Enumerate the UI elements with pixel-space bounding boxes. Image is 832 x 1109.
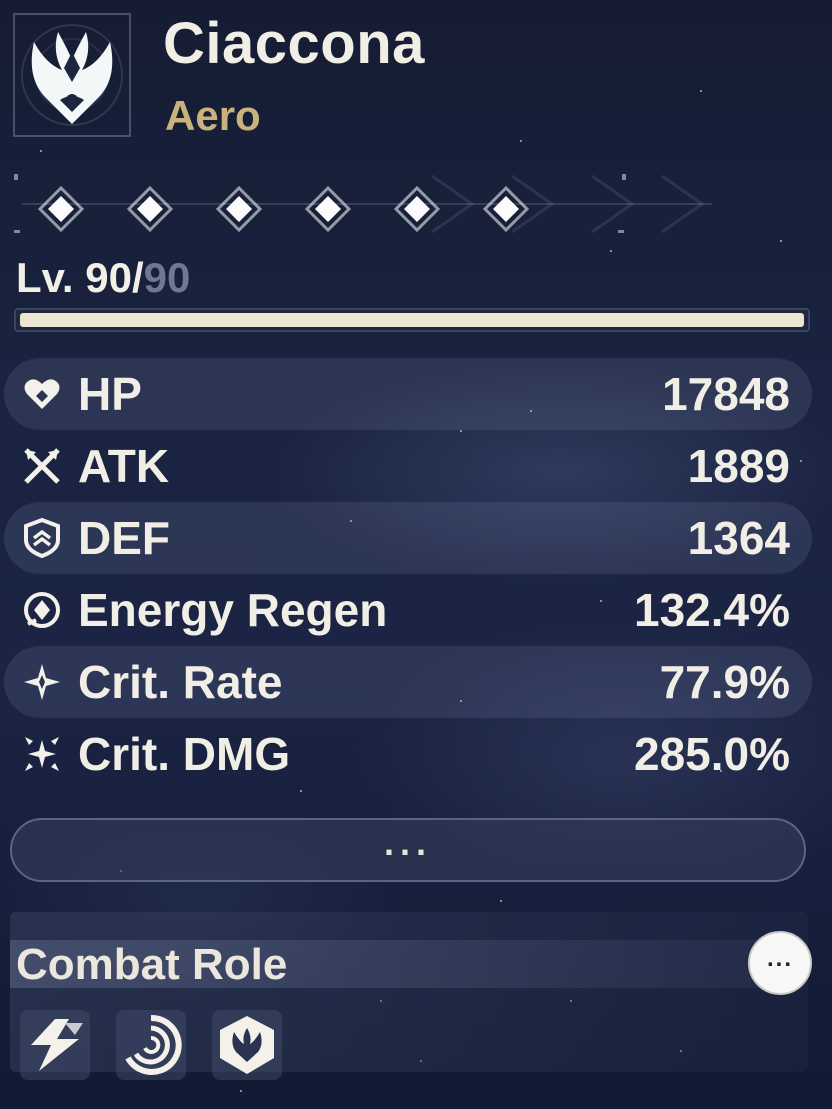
diamond-node-icon (304, 185, 352, 233)
stat-label: DEF (78, 512, 170, 564)
crit-rate-icon (20, 660, 64, 704)
element-label: Aero (165, 92, 261, 139)
shield-icon (20, 516, 64, 560)
stat-value: 132.4% (633, 584, 790, 636)
crit-dmg-icon (20, 732, 64, 776)
stat-row-def: DEF 1364 (4, 502, 812, 574)
more-stats-button[interactable]: ... (10, 818, 806, 882)
stat-value: 1889 (687, 440, 790, 492)
stat-label: HP (78, 368, 142, 420)
lightning-bolt-icon[interactable] (20, 1010, 90, 1080)
diamond-node-icon (215, 185, 263, 233)
stat-label: Energy Regen (78, 584, 388, 636)
combat-role-more-button[interactable]: ... (748, 931, 812, 995)
stat-row-hp: HP 17848 (4, 358, 812, 430)
level-prefix: Lv. (16, 254, 86, 301)
stat-value: 77.9% (659, 656, 790, 708)
stat-value: 17848 (662, 368, 790, 420)
combat-role-more-label: ... (766, 945, 793, 972)
stats-list: HP 17848 ATK 1889 DEF 1364 Energy Regen … (4, 358, 812, 790)
character-name: Ciaccona (163, 11, 425, 76)
stat-value: 285.0% (633, 728, 790, 780)
level-progress-fill (20, 313, 804, 327)
heart-icon (20, 372, 64, 416)
diamond-node-icon (482, 185, 530, 233)
stat-row-crit-dmg: Crit. DMG 285.0% (4, 718, 812, 790)
diamond-node-icon (37, 185, 85, 233)
stat-label: Crit. DMG (78, 728, 291, 780)
stat-row-crit-rate: Crit. Rate 77.9% (4, 646, 812, 718)
combat-role-title: Combat Role (16, 940, 288, 989)
level-current: 90 (85, 254, 132, 301)
level-progress-bar (14, 308, 810, 332)
crossed-swords-icon (20, 444, 64, 488)
swirl-icon[interactable] (116, 1010, 186, 1080)
diamond-node-icon (126, 185, 174, 233)
stat-label: Crit. Rate (78, 656, 283, 708)
sequence-nodes (12, 168, 722, 240)
energy-regen-icon (20, 588, 64, 632)
stat-value: 1364 (687, 512, 790, 564)
aero-shield-icon[interactable] (212, 1010, 282, 1080)
more-stats-label: ... (383, 822, 432, 863)
level-separator: / (131, 254, 144, 301)
stat-row-atk: ATK 1889 (4, 430, 812, 502)
level-indicator: Lv. 90/90 (16, 254, 190, 302)
aero-emblem-icon (12, 12, 132, 138)
diamond-node-icon (393, 185, 441, 233)
level-max: 90 (143, 254, 191, 301)
stat-label: ATK (78, 440, 170, 492)
stat-row-energy-regen: Energy Regen 132.4% (4, 574, 812, 646)
